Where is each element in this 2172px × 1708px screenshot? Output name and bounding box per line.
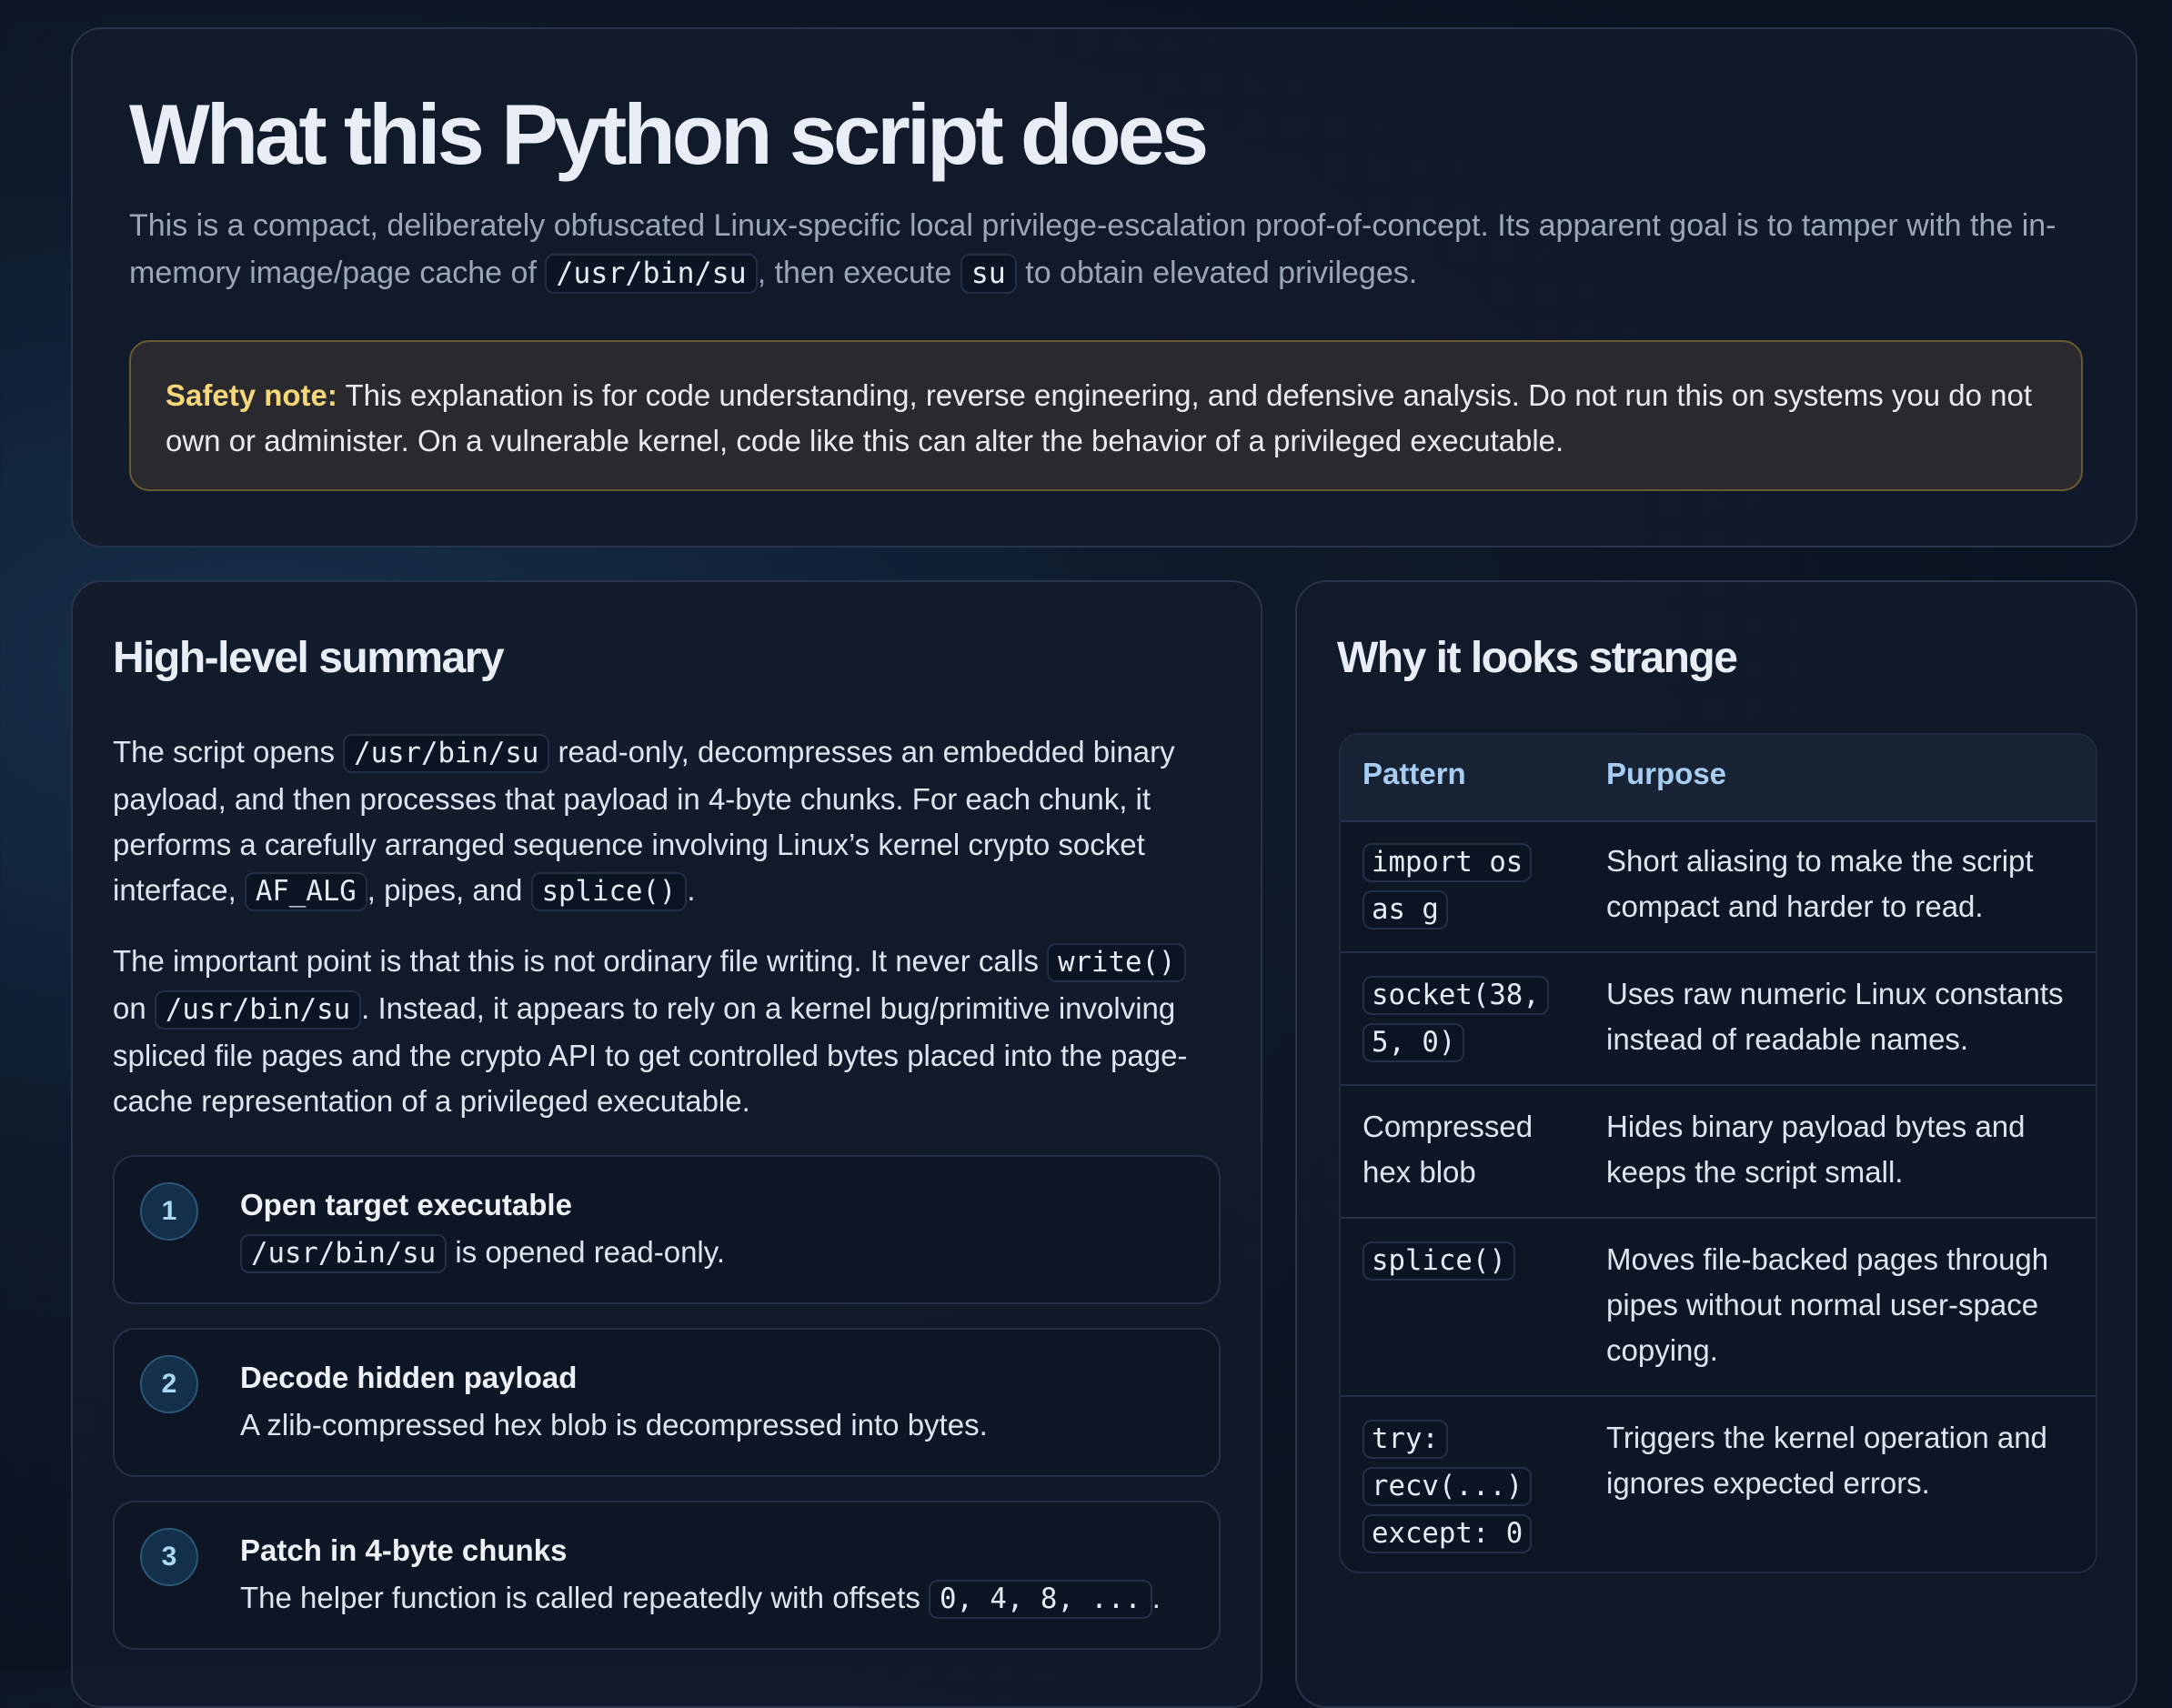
- step-title: Decode hidden payload: [240, 1361, 578, 1394]
- patterns-card: Why it looks strange Pattern Purpose imp…: [1295, 580, 2137, 1708]
- step-card: 3 Patch in 4-byte chunks The helper func…: [113, 1501, 1221, 1650]
- patterns-table: Pattern Purpose import os as g Short alia…: [1339, 733, 2097, 1573]
- purpose-cell: Moves file-backed pages through pipes wi…: [1606, 1242, 2049, 1367]
- inline-code: splice(): [530, 872, 688, 911]
- purpose-cell: Hides binary payload bytes and keeps the…: [1606, 1110, 2026, 1189]
- step-description-text: The helper function is called repeatedly…: [240, 1581, 929, 1614]
- table-row: import os as g Short aliasing to make the…: [1341, 820, 2096, 953]
- pattern-cell: socket(38, 5, 0): [1363, 971, 1577, 1066]
- purpose-cell: Short aliasing to make the script compac…: [1606, 844, 2034, 923]
- inline-code: 5, 0): [1363, 1023, 1465, 1062]
- pattern-cell: import os as g: [1363, 839, 1577, 933]
- summary-paragraph: The script opens /usr/bin/su read-only, …: [113, 729, 1222, 915]
- summary-paragraph: The important point is that this is not …: [113, 939, 1222, 1124]
- lead-text-2: , then execute: [757, 256, 960, 290]
- inline-code: 0, 4, 8, ...: [929, 1580, 1152, 1619]
- patterns-title: Why it looks strange: [1337, 634, 1738, 682]
- step-title: Open target executable: [240, 1188, 572, 1221]
- lead-text-3: to obtain elevated privileges.: [1016, 256, 1418, 290]
- inline-code: write(): [1047, 943, 1187, 982]
- paragraph-text: .: [687, 873, 696, 907]
- inline-code: socket(38,: [1363, 976, 1549, 1015]
- table-header: Pattern Purpose: [1341, 735, 2096, 822]
- step-description-text: is opened read-only.: [447, 1235, 725, 1269]
- inline-code: except: 0: [1363, 1514, 1533, 1553]
- intro-card: What this Python script does This is a c…: [71, 27, 2137, 548]
- safety-note-label: Safety note:: [166, 378, 337, 412]
- summary-card: High-level summary The script opens /usr…: [71, 580, 1262, 1708]
- column-header-purpose: Purpose: [1606, 757, 1727, 790]
- step-number-badge: 3: [140, 1528, 198, 1586]
- pattern-cell: try: recv(...) except: 0: [1363, 1415, 1577, 1557]
- inline-code: splice(): [1363, 1241, 1515, 1281]
- column-header-pattern: Pattern: [1363, 757, 1466, 790]
- safety-note-text: This explanation is for code understandi…: [166, 378, 2033, 457]
- step-card: 1 Open target executable /usr/bin/su is …: [113, 1155, 1221, 1304]
- paragraph-text: on: [113, 991, 155, 1025]
- table-row: Compressed hex blob Hides binary payload…: [1341, 1086, 2096, 1219]
- table-row: try: recv(...) except: 0 Triggers the kern…: [1341, 1397, 2096, 1572]
- step-card: 2 Decode hidden payload A zlib-compresse…: [113, 1328, 1221, 1477]
- inline-code: try:: [1363, 1420, 1448, 1459]
- step-number-badge: 2: [140, 1355, 198, 1413]
- summary-title: High-level summary: [113, 634, 505, 682]
- step-description-text: .: [1151, 1581, 1161, 1614]
- inline-code: /usr/bin/su: [154, 990, 362, 1030]
- inline-code: /usr/bin/su: [240, 1234, 447, 1273]
- inline-code: /usr/bin/su: [343, 734, 550, 773]
- inline-code: /usr/bin/su: [545, 254, 758, 294]
- step-description: /usr/bin/su is opened read-only.: [240, 1234, 725, 1273]
- inline-code: AF_ALG: [244, 872, 367, 911]
- step-description: The helper function is called repeatedly…: [240, 1580, 1161, 1619]
- pattern-cell: splice(): [1363, 1237, 1577, 1284]
- page-title: What this Python script does: [129, 86, 1209, 182]
- step-title: Patch in 4-byte chunks: [240, 1533, 568, 1567]
- inline-code: su: [960, 254, 1017, 294]
- table-row: socket(38, 5, 0) Uses raw numeric Linux c…: [1341, 953, 2096, 1086]
- inline-code: as g: [1363, 890, 1448, 929]
- paragraph-text: The important point is that this is not …: [113, 944, 1048, 978]
- step-number-badge: 1: [140, 1182, 198, 1241]
- paragraph-text: , pipes, and: [367, 873, 531, 907]
- safety-note: Safety note: This explanation is for cod…: [129, 340, 2083, 491]
- inline-code: recv(...): [1363, 1467, 1533, 1506]
- paragraph-text: The script opens: [113, 735, 344, 769]
- table-row: splice() Moves file-backed pages through…: [1341, 1219, 2096, 1397]
- purpose-cell: Uses raw numeric Linux constants instead…: [1606, 977, 2064, 1056]
- intro-lead: This is a compact, deliberately obfuscat…: [129, 202, 2076, 297]
- inline-code: import os: [1363, 843, 1533, 882]
- purpose-cell: Triggers the kernel operation and ignore…: [1606, 1421, 2047, 1500]
- step-description: A zlib-compressed hex blob is decompress…: [240, 1408, 988, 1442]
- pattern-cell: Compressed hex blob: [1363, 1110, 1533, 1189]
